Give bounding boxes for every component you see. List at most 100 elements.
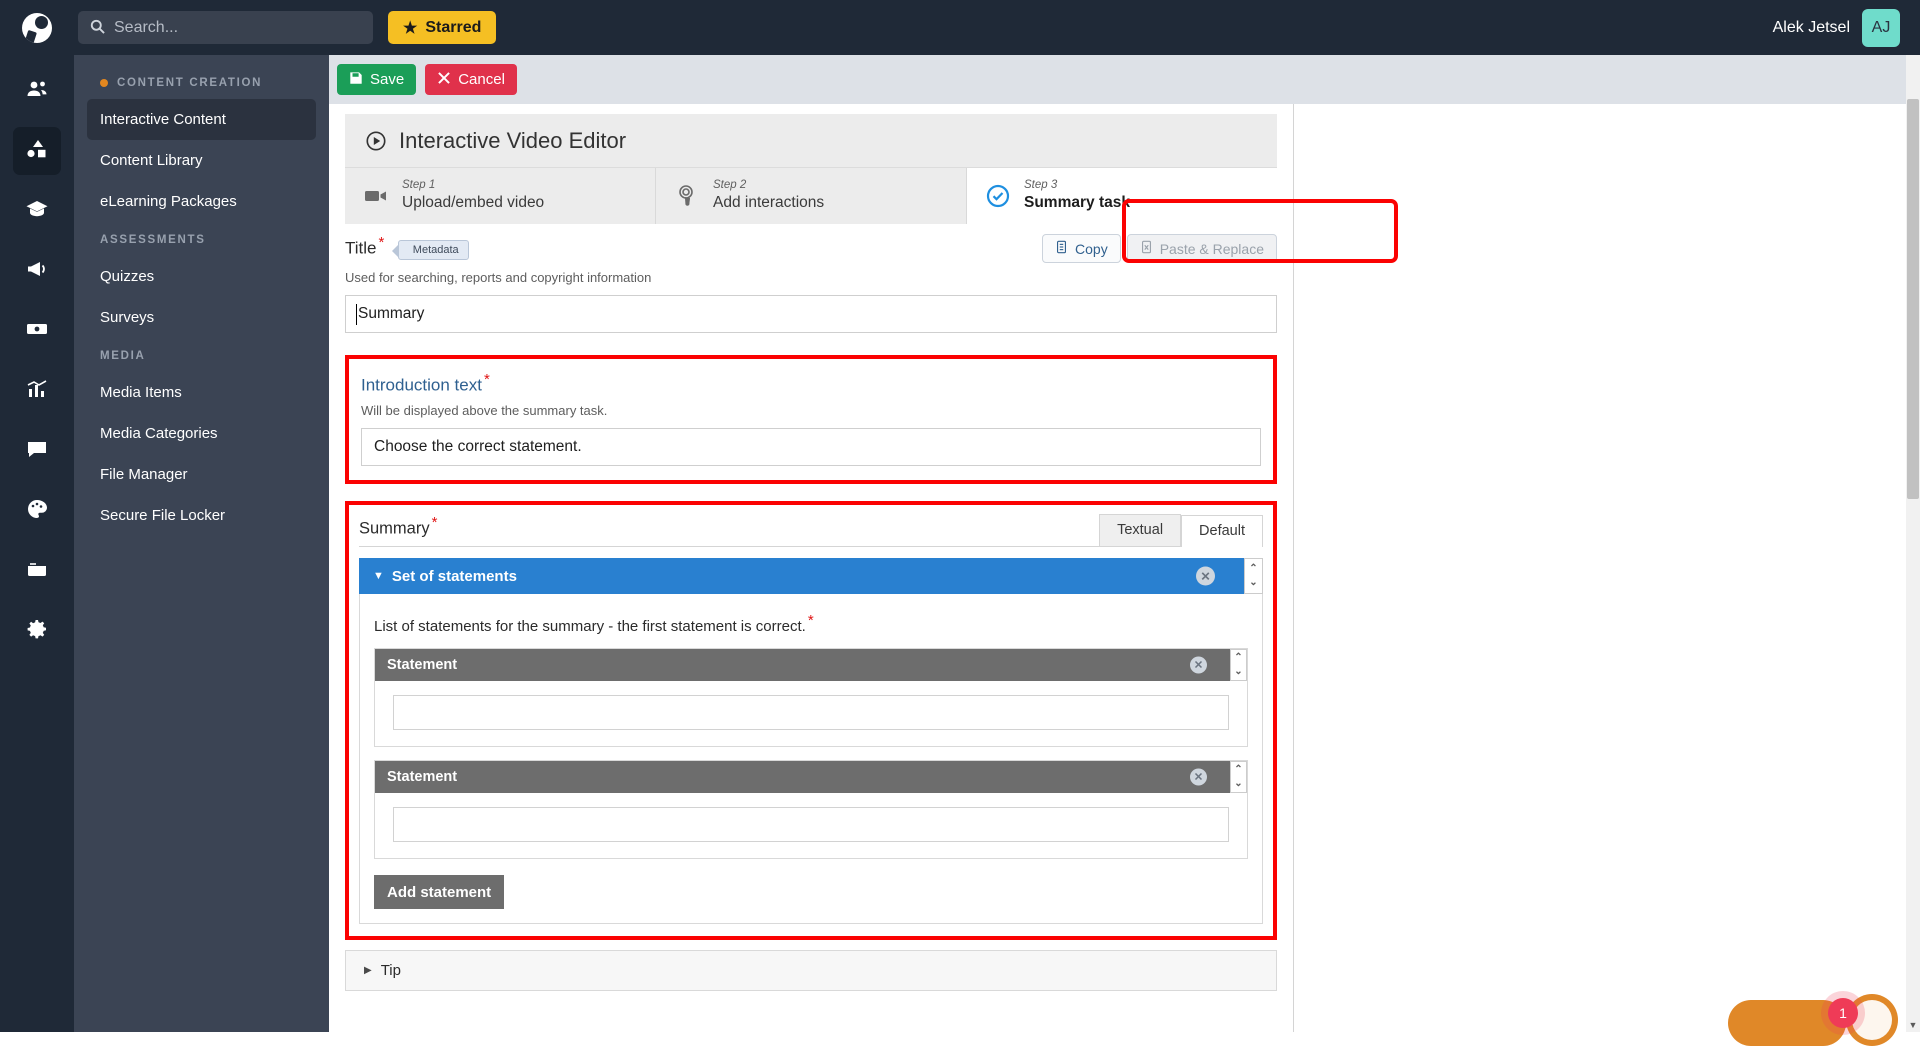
reorder-arrows-icon[interactable]: ⌃ ⌄: [1244, 558, 1263, 594]
statement-title: Statement: [387, 769, 457, 785]
required-marker: *: [808, 612, 814, 629]
rail-item-reports[interactable]: [13, 367, 61, 415]
tip-section[interactable]: ▶ Tip: [345, 950, 1277, 991]
sidebar-item-interactive-content[interactable]: Interactive Content: [87, 99, 316, 140]
tab-step-3[interactable]: Step 3 Summary task: [967, 168, 1277, 224]
add-statement-button[interactable]: Add statement: [374, 875, 504, 909]
introduction-label-text: Introduction text: [361, 376, 482, 395]
save-button[interactable]: Save: [337, 64, 416, 95]
scrollbar-thumb[interactable]: [1907, 99, 1919, 499]
sidebar-item-content-library[interactable]: Content Library: [87, 140, 316, 181]
tab-textual[interactable]: Textual: [1099, 514, 1181, 546]
sidebar-group-label: ASSESSMENTS: [100, 234, 206, 246]
cursor-click-icon: [674, 183, 700, 209]
set-of-statements-body: List of statements for the summary - the…: [359, 594, 1263, 924]
sidebar-item-label: Surveys: [100, 309, 154, 326]
metadata-badge: Metadata: [398, 240, 469, 260]
sidebar-item-media-items[interactable]: Media Items: [87, 372, 316, 413]
sidebar-item-file-manager[interactable]: File Manager: [87, 454, 316, 495]
rail-item-content[interactable]: [13, 127, 61, 175]
sidebar-item-elearning-packages[interactable]: eLearning Packages: [87, 181, 316, 222]
reorder-up-arrow[interactable]: ⌃: [1234, 651, 1242, 666]
clipboard-copy-icon: [1055, 240, 1068, 257]
remove-circle-icon[interactable]: ✕: [1196, 567, 1215, 586]
required-marker: *: [379, 234, 385, 251]
title-label: Title: [345, 238, 377, 257]
sidebar-group-assessments: ASSESSMENTS: [74, 222, 329, 256]
introduction-input[interactable]: Choose the correct statement.: [361, 428, 1261, 466]
sidebar-item-label: File Manager: [100, 466, 188, 483]
rail-item-learning[interactable]: [13, 187, 61, 235]
users-icon: [25, 77, 49, 106]
copy-label: Copy: [1075, 241, 1108, 257]
step-title: Add interactions: [713, 193, 824, 214]
sidebar-group-media: MEDIA: [74, 338, 329, 372]
statement-input[interactable]: [393, 807, 1229, 842]
rail-item-users[interactable]: [13, 67, 61, 115]
user-area: Alek Jetsel AJ: [1773, 9, 1920, 47]
clipboard-paste-icon: [1140, 240, 1153, 257]
chat-unread-badge: 1: [1828, 998, 1858, 1028]
graduation-cap-icon: [25, 197, 49, 226]
reorder-down-arrow[interactable]: ⌄: [1249, 576, 1257, 591]
rail-item-billing[interactable]: [13, 307, 61, 355]
step-label: Step 1: [402, 178, 544, 193]
statement-body: [375, 793, 1247, 858]
app-logo[interactable]: [0, 0, 74, 55]
rail-item-pages[interactable]: [13, 547, 61, 595]
group-dot-icon: [100, 79, 108, 87]
search-icon: [90, 19, 105, 37]
reorder-up-arrow[interactable]: ⌃: [1234, 763, 1242, 778]
tab-step-1[interactable]: Step 1 Upload/embed video: [345, 168, 656, 224]
sidebar-item-secure-file-locker[interactable]: Secure File Locker: [87, 495, 316, 536]
sidebar-item-surveys[interactable]: Surveys: [87, 297, 316, 338]
tab-default[interactable]: Default: [1181, 515, 1263, 547]
step-label: Step 2: [713, 178, 824, 193]
sidebar-item-quizzes[interactable]: Quizzes: [87, 256, 316, 297]
reorder-up-arrow[interactable]: ⌃: [1249, 562, 1257, 577]
chat-circle-inner: [1852, 1000, 1892, 1040]
copy-button[interactable]: Copy: [1042, 234, 1121, 263]
megaphone-icon: [25, 257, 49, 286]
caret-down-icon[interactable]: ▼: [373, 570, 384, 582]
set-of-statements-bar[interactable]: ▼ Set of statements ✕ ⌃ ⌄: [359, 558, 1263, 594]
right-empty-pane: [1295, 104, 1920, 1032]
rail-item-branding[interactable]: [13, 487, 61, 535]
reorder-down-arrow[interactable]: ⌄: [1234, 777, 1242, 792]
sidebar-item-label: Content Library: [100, 152, 203, 169]
chat-bubble-icon: [25, 437, 49, 466]
page-scrollbar[interactable]: ▲ ▼: [1906, 55, 1920, 1032]
sidebar-item-label: Media Items: [100, 384, 182, 401]
statements-list-label-text: List of statements for the summary - the…: [374, 618, 806, 635]
summary-task-form: Title* Metadata Copy Paste & Repl: [329, 224, 1293, 940]
statement-bar[interactable]: Statement ✕ ⌃ ⌄: [375, 761, 1247, 793]
starred-button[interactable]: ★ Starred: [388, 11, 496, 44]
rail-item-settings[interactable]: [13, 607, 61, 655]
statements-list-label: List of statements for the summary - the…: [374, 612, 1248, 635]
sidebar-item-media-categories[interactable]: Media Categories: [87, 413, 316, 454]
title-input[interactable]: Summary: [345, 295, 1277, 333]
step-label: Step 3: [1024, 178, 1130, 193]
rail-item-messages[interactable]: [13, 427, 61, 475]
caret-right-icon[interactable]: ▶: [364, 965, 372, 976]
statement-input[interactable]: [393, 695, 1229, 730]
statement-item: Statement ✕ ⌃ ⌄: [374, 760, 1248, 859]
remove-circle-icon[interactable]: ✕: [1190, 657, 1207, 674]
step-tabs: Step 1 Upload/embed video Step 2 Add int…: [345, 168, 1277, 224]
paste-replace-button[interactable]: Paste & Replace: [1127, 234, 1277, 263]
sidebar-item-label: Quizzes: [100, 268, 154, 285]
reorder-arrows-icon[interactable]: ⌃ ⌄: [1230, 761, 1247, 793]
avatar[interactable]: AJ: [1862, 9, 1900, 47]
statement-bar[interactable]: Statement ✕ ⌃ ⌄: [375, 649, 1247, 681]
chat-widget[interactable]: 1: [1728, 994, 1898, 1046]
search-input[interactable]: Search...: [78, 11, 373, 44]
remove-circle-icon[interactable]: ✕: [1190, 769, 1207, 786]
editor-toolbar: Save Cancel: [329, 55, 1920, 104]
cancel-button[interactable]: Cancel: [425, 64, 517, 95]
tab-step-2[interactable]: Step 2 Add interactions: [656, 168, 967, 224]
scroll-down-arrow[interactable]: ▼: [1906, 1018, 1920, 1032]
rail-item-campaigns[interactable]: [13, 247, 61, 295]
reorder-down-arrow[interactable]: ⌄: [1234, 665, 1242, 680]
reorder-arrows-icon[interactable]: ⌃ ⌄: [1230, 649, 1247, 681]
sidebar-item-label: eLearning Packages: [100, 193, 237, 210]
